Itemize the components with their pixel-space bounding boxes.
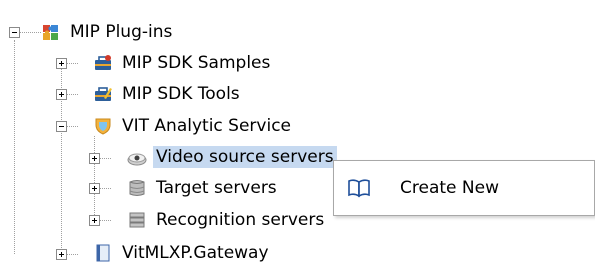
server-icon xyxy=(127,210,147,230)
tree-guide-line xyxy=(99,188,111,189)
context-menu: Create New xyxy=(333,160,595,216)
tree-node-vit-analytic-service[interactable]: VIT Analytic Service xyxy=(93,114,294,138)
tree-guide-line xyxy=(66,63,78,64)
tree-node-vitmlxp-gateway[interactable]: VitMLXP.Gateway xyxy=(93,241,272,265)
collapse-toggle-mip-plugins[interactable] xyxy=(9,27,20,38)
plugin-tree: MIP Plug-ins MIP SDK Samples MIP SDK Too… xyxy=(0,0,595,264)
expand-toggle-video-source-servers[interactable] xyxy=(89,153,100,164)
database-icon xyxy=(127,178,147,198)
menu-item-label: Create New xyxy=(400,178,499,198)
expand-toggle-recognition-servers[interactable] xyxy=(89,215,100,226)
tree-guide-line xyxy=(66,94,78,95)
menu-item-create-new[interactable]: Create New xyxy=(336,163,592,213)
puzzle-icon xyxy=(41,22,61,42)
tree-node-recognition-servers[interactable]: Recognition servers xyxy=(127,208,327,232)
tree-node-label: MIP SDK Samples xyxy=(122,53,271,73)
tree-guide-line xyxy=(94,136,95,221)
tree-node-label: Target servers xyxy=(156,178,277,198)
tree-node-label: Video source servers xyxy=(153,146,337,168)
expand-toggle-mip-sdk-samples[interactable] xyxy=(56,58,67,69)
shield-icon xyxy=(93,116,113,136)
camera-icon xyxy=(127,147,147,167)
tree-node-mip-plugins[interactable]: MIP Plug-ins xyxy=(41,20,175,44)
tree-node-label: MIP SDK Tools xyxy=(122,84,240,104)
tree-node-label: MIP Plug-ins xyxy=(70,22,173,42)
tree-node-label: VitMLXP.Gateway xyxy=(122,243,269,263)
tree-guide-line xyxy=(99,158,111,159)
tree-node-label: Recognition servers xyxy=(156,210,325,230)
tree-node-label: VIT Analytic Service xyxy=(122,116,292,136)
collapse-toggle-vit-analytic-service[interactable] xyxy=(56,121,67,132)
expand-toggle-target-servers[interactable] xyxy=(89,183,100,194)
tree-guide-line xyxy=(99,220,111,221)
tree-node-video-source-servers[interactable]: Video source servers xyxy=(127,145,337,169)
expand-toggle-vitmlxp-gateway[interactable] xyxy=(56,249,67,260)
tree-guide-line xyxy=(66,126,78,127)
tree-guide-line xyxy=(19,32,41,33)
expand-toggle-mip-sdk-tools[interactable] xyxy=(56,89,67,100)
tree-guide-line xyxy=(66,254,78,255)
tree-node-mip-sdk-samples[interactable]: MIP SDK Samples xyxy=(93,51,273,75)
tree-node-target-servers[interactable]: Target servers xyxy=(127,176,280,200)
toolbox-icon xyxy=(93,53,113,73)
book-icon xyxy=(348,178,370,198)
tree-node-mip-sdk-tools[interactable]: MIP SDK Tools xyxy=(93,82,243,106)
book-icon xyxy=(93,243,113,263)
tree-guide-line xyxy=(14,40,15,254)
toolbox-pencil-icon xyxy=(93,84,113,104)
